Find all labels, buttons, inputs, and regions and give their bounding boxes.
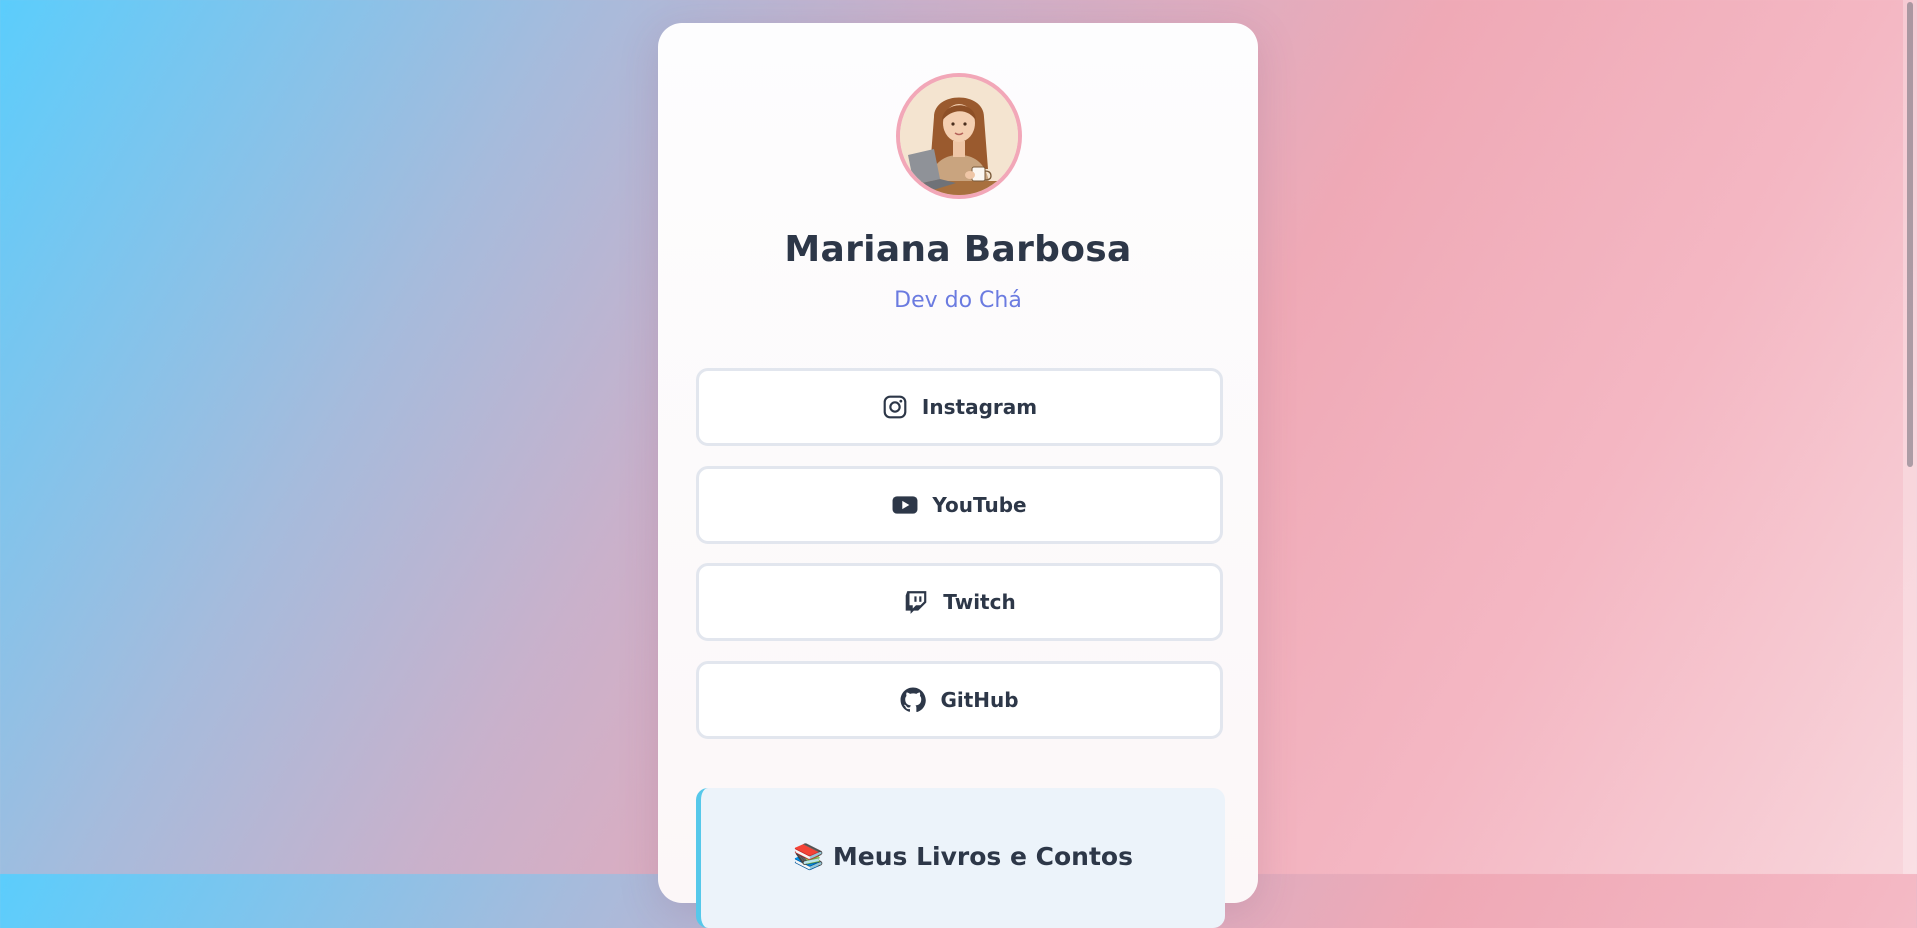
link-instagram[interactable]: Instagram (696, 368, 1223, 446)
avatar (896, 73, 1022, 199)
github-icon (900, 687, 927, 713)
link-label: GitHub (940, 688, 1019, 712)
youtube-icon (892, 492, 918, 518)
profile-card: Mariana Barbosa Dev do Chá Instagram You… (658, 23, 1258, 928)
scrollbar-thumb[interactable] (1907, 2, 1913, 467)
instagram-icon (882, 394, 908, 420)
books-section[interactable]: 📚 Meus Livros e Contos (696, 788, 1225, 928)
link-label: Twitch (943, 590, 1016, 614)
link-label: Instagram (921, 395, 1038, 419)
twitch-icon (903, 589, 929, 615)
profile-subtitle: Dev do Chá (894, 288, 1022, 313)
link-label: YouTube (932, 493, 1027, 517)
link-twitch[interactable]: Twitch (696, 563, 1223, 641)
link-github[interactable]: GitHub (696, 661, 1223, 739)
books-title: 📚 Meus Livros e Contos (793, 842, 1133, 871)
profile-name: Mariana Barbosa (784, 229, 1132, 270)
avatar-illustration (900, 77, 1018, 195)
scrollbar[interactable] (1903, 0, 1917, 874)
link-youtube[interactable]: YouTube (696, 466, 1223, 544)
